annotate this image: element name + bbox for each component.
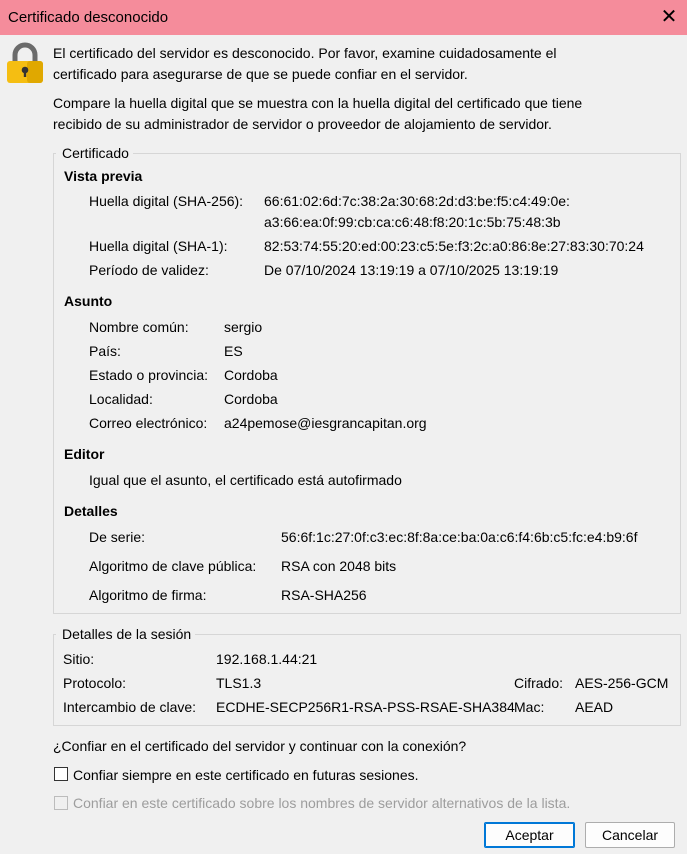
details-value: 56:6f:1c:27:0f:c3:ec:8f:8a:ce:ba:0a:c6:f… — [281, 529, 638, 545]
cancel-button[interactable]: Cancelar — [585, 822, 675, 848]
mac-value: AEAD — [575, 699, 614, 715]
subject-value: sergio — [224, 319, 263, 335]
validity-value: De 07/10/2024 13:19:19 a 07/10/2025 13:1… — [264, 262, 559, 278]
issuer-text: Igual que el asunto, el certificado está… — [89, 472, 402, 488]
sha256-value-cont: a3:66:ea:0f:99:cb:ca:c6:48:f8:20:1c:5b:7… — [264, 214, 561, 230]
accept-button[interactable]: Aceptar — [484, 822, 575, 848]
lock-icon — [7, 42, 43, 83]
subject-label: País: — [89, 343, 121, 359]
issuer-heading: Editor — [64, 446, 105, 462]
title-bar: Certificado desconocido ✕ — [0, 0, 687, 35]
alt-names-checkbox — [54, 796, 68, 810]
sha1-label: Huella digital (SHA-1): — [89, 238, 228, 254]
intro-text-3: Compare la huella digital que se muestra… — [53, 95, 583, 111]
validity-label: Período de validez: — [89, 262, 209, 278]
protocol-label: Protocolo: — [63, 675, 127, 691]
always-trust-checkbox[interactable] — [54, 767, 68, 781]
site-label: Sitio: — [63, 651, 95, 667]
cipher-label: Cifrado: — [514, 675, 564, 691]
session-legend: Detalles de la sesión — [56, 626, 196, 642]
details-value: RSA con 2048 bits — [281, 558, 397, 574]
details-value: RSA-SHA256 — [281, 587, 367, 603]
always-trust-label[interactable]: Confiar siempre en este certificado en f… — [73, 767, 419, 783]
sha256-label: Huella digital (SHA-256): — [89, 193, 244, 209]
details-label: Algoritmo de firma: — [89, 587, 207, 603]
kex-value: ECDHE-SECP256R1-RSA-PSS-RSAE-SHA384 — [216, 699, 515, 715]
subject-value: Cordoba — [224, 367, 278, 383]
subject-label: Estado o provincia: — [89, 367, 209, 383]
preview-heading: Vista previa — [64, 168, 143, 184]
kex-label: Intercambio de clave: — [63, 699, 197, 715]
trust-question: ¿Confiar en el certificado del servidor … — [53, 738, 467, 754]
sha256-value: 66:61:02:6d:7c:38:2a:30:68:2d:d3:be:f5:c… — [264, 193, 570, 209]
intro-text-4: recibido de su administrador de servidor… — [53, 116, 552, 132]
subject-value: a24pemose@iesgrancapitan.org — [224, 415, 427, 431]
protocol-value: TLS1.3 — [216, 675, 262, 691]
mac-label: Mac: — [514, 699, 545, 715]
subject-value: Cordoba — [224, 391, 278, 407]
alt-names-label: Confiar en este certificado sobre los no… — [73, 795, 571, 811]
cipher-value: AES-256-GCM — [575, 675, 669, 691]
intro-text-1: El certificado del servidor es desconoci… — [53, 45, 557, 61]
details-label: De serie: — [89, 529, 146, 545]
intro-text-2: certificado para asegurarse de que se pu… — [53, 66, 468, 82]
details-label: Algoritmo de clave pública: — [89, 558, 257, 574]
subject-label: Localidad: — [89, 391, 153, 407]
close-button[interactable]: ✕ — [656, 4, 682, 30]
details-heading: Detalles — [64, 503, 118, 519]
subject-label: Nombre común: — [89, 319, 189, 335]
subject-label: Correo electrónico: — [89, 415, 208, 431]
subject-heading: Asunto — [64, 293, 113, 309]
site-value: 192.168.1.44:21 — [216, 651, 318, 667]
sha1-value: 82:53:74:55:20:ed:00:23:c5:5e:f3:2c:a0:8… — [264, 238, 644, 254]
subject-value: ES — [224, 343, 243, 359]
certificate-legend: Certificado — [56, 145, 133, 161]
window-title: Certificado desconocido — [8, 9, 169, 26]
